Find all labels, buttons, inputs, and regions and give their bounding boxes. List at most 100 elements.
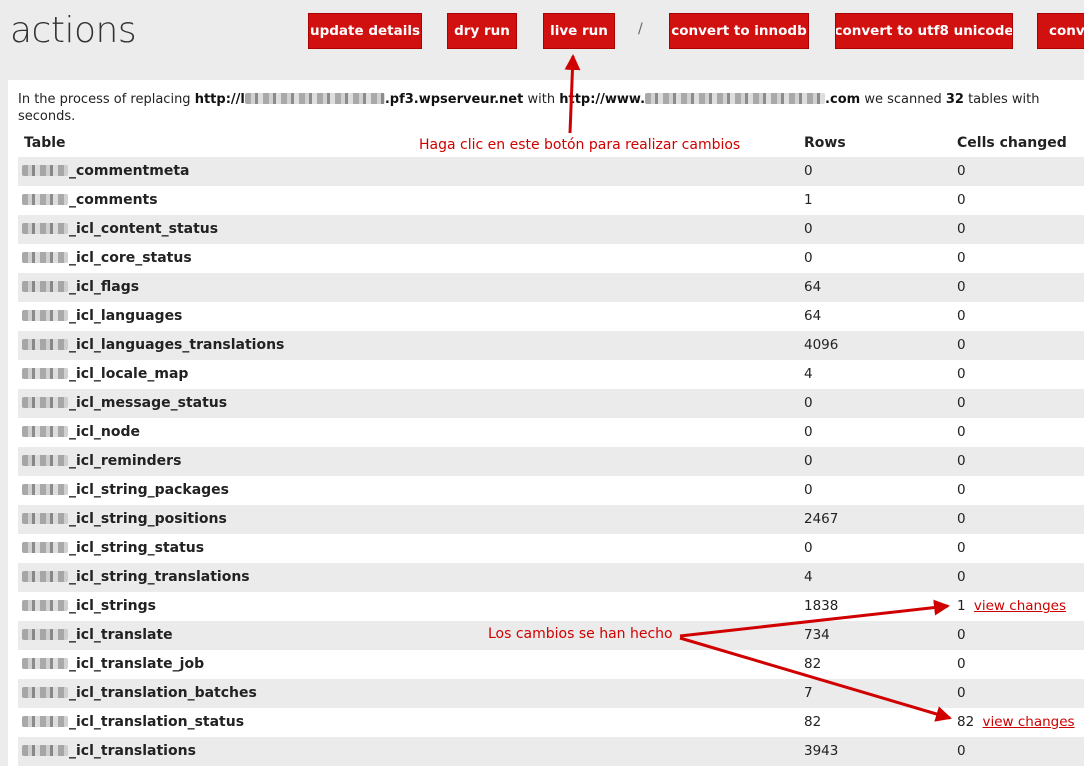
table-row: _icl_node 0 0 (18, 418, 1084, 447)
rows-cell: 82 (804, 714, 822, 730)
table-row: _icl_core_status 0 0 (18, 244, 1084, 273)
table-row: _icl_languages_translations 4096 0 (18, 331, 1084, 360)
header-cells-changed: Cells changed (957, 135, 1067, 151)
table-name-cell: _icl_core_status (22, 250, 192, 266)
rows-cell: 2467 (804, 511, 839, 527)
rows-cell: 0 (804, 221, 813, 237)
table-row: _icl_message_status 0 0 (18, 389, 1084, 418)
table-count: 32 (945, 92, 964, 107)
summary-prefix: In the process of replacing (18, 92, 191, 107)
redacted-prefix (22, 687, 68, 698)
redacted-text (645, 93, 826, 104)
convert-innodb-button[interactable]: convert to innodb (669, 13, 809, 49)
cells-changed-cell: 0 (957, 366, 966, 382)
redacted-prefix (22, 484, 68, 495)
redacted-text (244, 93, 385, 104)
summary-scanned: we scanned (864, 92, 942, 107)
redacted-prefix (22, 745, 68, 756)
redacted-prefix (22, 571, 68, 582)
redacted-prefix (22, 426, 68, 437)
table-row: _icl_translation_status 82 82 view changes (18, 708, 1084, 737)
rows-cell: 3943 (804, 743, 839, 759)
redacted-prefix (22, 194, 68, 205)
table-name-cell: _icl_reminders (22, 453, 181, 469)
redacted-prefix (22, 165, 68, 176)
cells-changed-cell: 1 view changes (957, 598, 1066, 614)
cells-changed-cell: 0 (957, 540, 966, 556)
cells-changed-cell: 0 (957, 511, 966, 527)
convert-more-button[interactable]: conve (1037, 13, 1084, 49)
table-name-cell: _icl_translate_job (22, 656, 204, 672)
rows-cell: 1838 (804, 598, 839, 614)
redacted-prefix (22, 310, 68, 321)
table-name-cell: _icl_content_status (22, 221, 218, 237)
rows-cell: 0 (804, 482, 813, 498)
table-row: _icl_flags 64 0 (18, 273, 1084, 302)
table-row: _icl_string_packages 0 0 (18, 476, 1084, 505)
table-row: _icl_translations 3943 0 (18, 737, 1084, 766)
header-rows: Rows (804, 135, 846, 151)
table-name-cell: _icl_translations (22, 743, 196, 759)
view-changes-link[interactable]: view changes (974, 598, 1066, 614)
redacted-prefix (22, 600, 68, 611)
redacted-prefix (22, 513, 68, 524)
summary-with: with (527, 92, 556, 107)
table-name-cell: _icl_translate (22, 627, 173, 643)
table-name-cell: _icl_languages_translations (22, 337, 284, 353)
cells-changed-cell: 0 (957, 395, 966, 411)
table-row: _icl_content_status 0 0 (18, 215, 1084, 244)
rows-cell: 82 (804, 656, 822, 672)
view-changes-link[interactable]: view changes (982, 714, 1074, 730)
summary-line2: seconds. (18, 109, 76, 124)
source-url: http://l .pf3.wpserveur.net (194, 92, 524, 107)
convert-utf8-button[interactable]: convert to utf8 unicode (835, 13, 1013, 49)
table-name-cell: _icl_locale_map (22, 366, 188, 382)
cells-changed-cell: 0 (957, 163, 966, 179)
table-name-cell: _icl_languages (22, 308, 182, 324)
table-name-cell: _icl_node (22, 424, 140, 440)
cells-changed-cell: 0 (957, 453, 966, 469)
table-name-cell: _icl_string_packages (22, 482, 229, 498)
table-row: _icl_translate_job 82 0 (18, 650, 1084, 679)
changes-done-annotation: Los cambios se han hecho (488, 626, 673, 642)
table-row: _icl_translation_batches 7 0 (18, 679, 1084, 708)
rows-cell: 0 (804, 163, 813, 179)
rows-cell: 0 (804, 250, 813, 266)
redacted-prefix (22, 397, 68, 408)
rows-cell: 4096 (804, 337, 839, 353)
cells-changed-cell: 0 (957, 250, 966, 266)
cells-changed-cell: 82 view changes (957, 714, 1075, 730)
redacted-prefix (22, 629, 68, 640)
rows-cell: 4 (804, 569, 813, 585)
update-details-button[interactable]: update details (308, 13, 422, 49)
redacted-prefix (22, 658, 68, 669)
table-row: _icl_languages 64 0 (18, 302, 1084, 331)
rows-cell: 64 (804, 279, 822, 295)
table-name-cell: _icl_string_positions (22, 511, 227, 527)
rows-cell: 1 (804, 192, 813, 208)
cells-changed-cell: 0 (957, 569, 966, 585)
redacted-prefix (22, 542, 68, 553)
cells-changed-cell: 0 (957, 192, 966, 208)
dry-run-button[interactable]: dry run (447, 13, 517, 49)
cells-changed-cell: 0 (957, 337, 966, 353)
table-row: _icl_string_translations 4 0 (18, 563, 1084, 592)
table-row: _icl_strings 1838 1 view changes (18, 592, 1084, 621)
live-run-button[interactable]: live run (543, 13, 615, 49)
redacted-prefix (22, 368, 68, 379)
table-name-cell: _icl_string_status (22, 540, 204, 556)
table-row: _icl_reminders 0 0 (18, 447, 1084, 476)
click-hint-annotation: Haga clic en este botón para realizar ca… (419, 137, 741, 153)
cells-changed-cell: 0 (957, 743, 966, 759)
rows-cell: 64 (804, 308, 822, 324)
rows-cell: 7 (804, 685, 813, 701)
table-name-cell: _icl_strings (22, 598, 156, 614)
cells-changed-cell: 0 (957, 685, 966, 701)
rows-cell: 4 (804, 366, 813, 382)
table-name-cell: _commentmeta (22, 163, 189, 179)
table-name-cell: _icl_translation_batches (22, 685, 257, 701)
cells-changed-cell: 0 (957, 627, 966, 643)
rows-cell: 0 (804, 424, 813, 440)
redacted-prefix (22, 223, 68, 234)
table-row: _icl_locale_map 4 0 (18, 360, 1084, 389)
